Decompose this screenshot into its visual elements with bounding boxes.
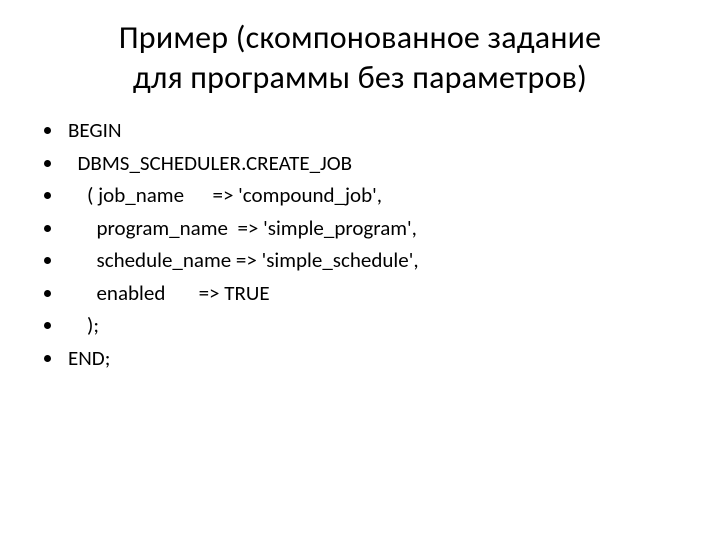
list-item: END; [64,342,692,375]
code-list: BEGIN DBMS_SCHEDULER.CREATE_JOB ( job_na… [28,114,692,374]
code-line: DBMS_SCHEDULER.CREATE_JOB [68,150,352,176]
list-item: ( job_name => 'compound_job', [64,179,692,212]
code-line: enabled => TRUE [68,280,270,306]
slide-title: Пример (скомпонованное задание для прогр… [28,18,692,98]
code-line: END; [68,345,110,371]
list-item: ); [64,309,692,342]
code-line: ( job_name => 'compound_job', [68,182,382,208]
list-item: schedule_name => 'simple_schedule', [64,244,692,277]
list-item: BEGIN [64,114,692,147]
code-line: BEGIN [68,117,122,143]
title-line-1: Пример (скомпонованное задание [119,18,602,57]
code-line: program_name => 'simple_program', [68,215,417,241]
list-item: DBMS_SCHEDULER.CREATE_JOB [64,147,692,180]
code-line: schedule_name => 'simple_schedule', [68,247,419,273]
slide: Пример (скомпонованное задание для прогр… [0,0,720,540]
code-line: ); [68,312,99,338]
title-line-2: для программы без параметров) [133,58,587,97]
list-item: enabled => TRUE [64,277,692,310]
list-item: program_name => 'simple_program', [64,212,692,245]
